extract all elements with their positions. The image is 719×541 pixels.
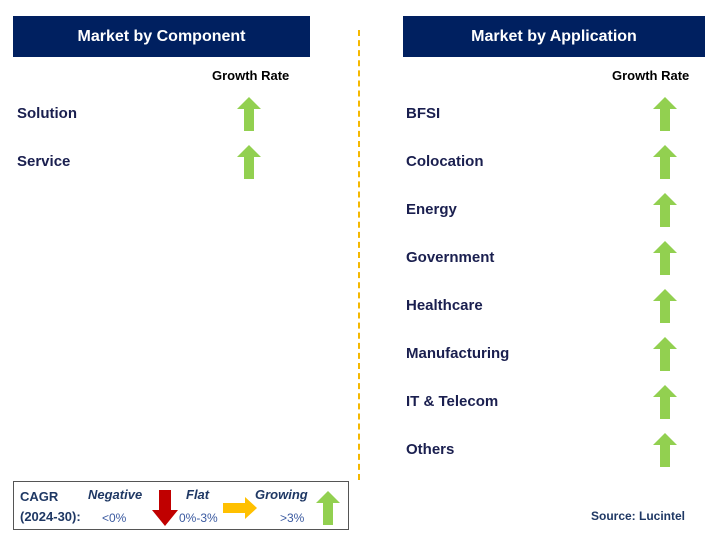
row-label: Energy [406, 201, 457, 218]
row-label: Government [406, 249, 495, 266]
component-header: Market by Component [13, 16, 310, 57]
legend-negative-label: Negative [88, 487, 143, 502]
row-label: Solution [17, 105, 77, 122]
row-label: Others [406, 441, 455, 458]
arrow-up-icon [653, 385, 677, 419]
legend-flat-range: 0%-3% [179, 511, 218, 525]
legend-cagr: CAGR [20, 489, 59, 504]
component-title: Market by Component [77, 27, 246, 45]
row-label: Manufacturing [406, 345, 510, 362]
legend: CAGR (2024-30): Negative <0% Flat 0%-3% … [13, 481, 349, 530]
legend-flat-label: Flat [186, 487, 210, 502]
arrow-right-icon [223, 497, 257, 519]
arrow-up-icon [653, 433, 677, 467]
row-label: Service [17, 153, 71, 170]
row-label: IT & Telecom [406, 393, 499, 410]
application-title: Market by Application [471, 27, 637, 45]
arrow-up-icon [653, 289, 677, 323]
source-label: Source: Lucintel [591, 509, 686, 523]
arrow-up-icon [653, 145, 677, 179]
arrow-up-icon [316, 491, 340, 525]
arrow-up-icon [653, 241, 677, 275]
row-label: BFSI [406, 105, 441, 122]
row-label: Healthcare [406, 297, 483, 314]
arrow-up-icon [237, 97, 261, 131]
growth-rate-label-left: Growth Rate [212, 68, 290, 83]
arrow-up-icon [653, 97, 677, 131]
arrow-up-icon [653, 337, 677, 371]
row-label: Colocation [406, 153, 484, 170]
legend-negative-range: <0% [102, 511, 127, 525]
divider [358, 30, 360, 480]
arrow-down-icon [152, 490, 178, 526]
application-header: Market by Application [403, 16, 705, 57]
legend-period: (2024-30): [20, 509, 81, 524]
legend-growing-label: Growing [255, 487, 308, 502]
arrow-up-icon [237, 145, 261, 179]
legend-growing-range: >3% [280, 511, 305, 525]
arrow-up-icon [653, 193, 677, 227]
growth-rate-label-right: Growth Rate [612, 68, 690, 83]
